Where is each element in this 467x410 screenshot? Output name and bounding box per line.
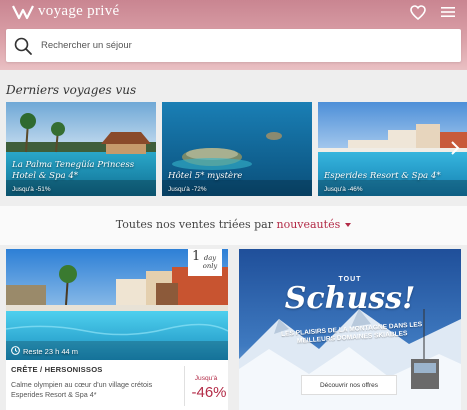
divider [184, 366, 185, 406]
deal-timer: Reste 23 h 44 m [11, 346, 78, 357]
logo[interactable]: voyage privé [12, 3, 120, 20]
recent-trip-card[interactable]: La Palma Tenegüía Princess Hotel & Spa 4… [6, 102, 156, 196]
recent-section-title: Derniers voyages vus [6, 83, 137, 97]
recent-trip-discount: Jusqu'à -72% [168, 186, 207, 193]
recent-trip-title: La Palma Tenegüía Princess Hotel & Spa 4… [12, 160, 135, 181]
deal-description: Calme olympien au cœur d'un village crét… [11, 380, 153, 399]
brand-name: voyage privé [38, 3, 120, 19]
recent-trip-discount: Jusqu'à -46% [324, 186, 363, 193]
sort-dropdown[interactable]: nouveautés [276, 218, 352, 231]
promo-card[interactable]: TOUT Schuss! LES PLAISIRS DE LA MONTAGNE… [239, 249, 461, 410]
search-bar[interactable] [6, 29, 461, 62]
badge-only: only [202, 262, 218, 270]
badge-day: day [203, 254, 217, 262]
recent-trip-title: Hôtel 5* mystère [168, 171, 243, 181]
search-input[interactable] [41, 40, 441, 51]
page: voyage privé Rechercher un séjour Dernie… [0, 0, 467, 410]
search-icon [13, 36, 33, 56]
deal-location: CRÊTE / HERSONISSOS [11, 365, 103, 374]
deal-discount: -46% [191, 384, 227, 401]
badge-number: 1 [192, 249, 201, 264]
recent-trip-card[interactable]: Esperides Resort & Spa 4* Jusqu'à -46% [318, 102, 467, 196]
sort-value: nouveautés [276, 218, 341, 231]
one-day-only-badge: 1 day only [188, 249, 222, 276]
recent-trip-title: Esperides Resort & Spa 4* [324, 171, 441, 181]
sort-label: Toutes nos ventes triées par [115, 218, 273, 231]
logo-mark-icon [12, 4, 34, 20]
promo-headline: Schuss! [284, 281, 416, 316]
deal-up-to: Jusqu'à [194, 375, 218, 382]
menu-icon[interactable] [439, 3, 457, 21]
timer-text: Reste 23 h 44 m [23, 347, 79, 356]
clock-icon [11, 346, 20, 357]
recent-trips-list: La Palma Tenegüía Princess Hotel & Spa 4… [6, 102, 467, 196]
recent-trip-card[interactable]: Hôtel 5* mystère Jusqu'à -72% [162, 102, 312, 196]
header: voyage privé [0, 0, 467, 70]
recent-trip-discount: Jusqu'à -51% [12, 186, 51, 193]
carousel-next-icon[interactable] [447, 138, 463, 158]
sort-bar: Toutes nos ventes triées par nouveautés [0, 218, 467, 231]
heart-icon[interactable] [409, 3, 427, 21]
deal-card[interactable]: 1 day only Reste 23 h 44 m CRÊTE / HERSO… [6, 249, 228, 410]
discover-offers-button[interactable]: Découvrir nos offres [301, 375, 397, 395]
caret-down-icon [345, 223, 352, 227]
